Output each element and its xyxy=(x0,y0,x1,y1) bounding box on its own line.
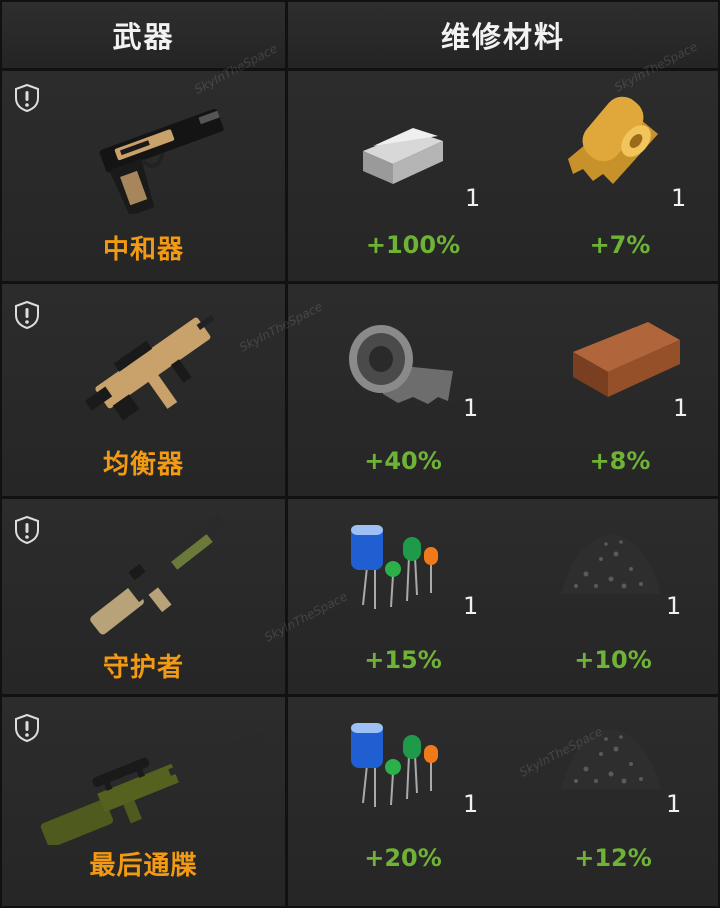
repair-bonus: +12% xyxy=(574,844,652,872)
materials-cell: 1 +20% 1 +12% xyxy=(288,697,718,906)
alert-shield-icon xyxy=(15,300,39,330)
materials-cell: 1 +40% 1 +8% xyxy=(288,284,718,496)
metal-sheet-roll-icon xyxy=(349,325,453,404)
header-materials: 维修材料 xyxy=(288,2,718,68)
materials-cell: 1 +100% 1 +7% xyxy=(288,71,718,281)
weapon-cell[interactable]: 最后通牒 xyxy=(2,697,285,906)
material-quantity: 1 xyxy=(463,592,479,620)
iron-ingot-icon xyxy=(363,128,443,184)
weapon-name: 中和器 xyxy=(102,235,184,265)
weapon-name: 均衡器 xyxy=(102,450,184,480)
black-gravel-pile-icon xyxy=(561,729,661,789)
material-quantity: 1 xyxy=(463,790,479,818)
copper-ingot-icon xyxy=(573,322,680,397)
header-weapon-label: 武器 xyxy=(112,20,175,54)
material-quantity: 1 xyxy=(666,592,682,620)
material-quantity: 1 xyxy=(463,394,479,422)
materials-cell: 1 +15% 1 +10% xyxy=(288,499,718,694)
weapon-cell[interactable]: 均衡器 xyxy=(2,284,285,496)
repair-bonus: +8% xyxy=(589,447,651,475)
material-quantity: 1 xyxy=(671,184,687,212)
repair-bonus: +7% xyxy=(589,231,651,259)
electronic-components-icon xyxy=(351,723,438,807)
repair-materials-table: 武器 维修材料 中和器 1 +100% 1 +7% 均衡器 1 +40% 1 +… xyxy=(0,0,720,908)
weapon-name: 最后通牒 xyxy=(89,851,198,881)
weapon-cell[interactable]: 中和器 xyxy=(2,71,285,281)
weapon-name: 守护者 xyxy=(102,653,184,683)
material-quantity: 1 xyxy=(465,184,481,212)
shotgun-icon xyxy=(90,515,224,635)
material-quantity: 1 xyxy=(673,394,689,422)
repair-bonus: +40% xyxy=(364,447,442,475)
repair-bonus: +100% xyxy=(365,231,461,259)
smg-icon xyxy=(84,314,215,421)
repair-bonus: +10% xyxy=(574,646,652,674)
header-materials-label: 维修材料 xyxy=(440,20,565,54)
weapon-cell[interactable]: 守护者 xyxy=(2,499,285,694)
material-quantity: 1 xyxy=(666,790,682,818)
repair-bonus: +20% xyxy=(364,844,442,872)
sniper-rifle-icon xyxy=(40,731,264,845)
pistol-icon xyxy=(99,108,224,214)
repair-bonus: +15% xyxy=(364,646,442,674)
gold-foil-roll-icon xyxy=(568,96,658,184)
alert-shield-icon xyxy=(15,515,39,545)
alert-shield-icon xyxy=(15,83,39,113)
black-gravel-pile-icon xyxy=(561,534,661,594)
electronic-components-icon xyxy=(351,525,438,609)
